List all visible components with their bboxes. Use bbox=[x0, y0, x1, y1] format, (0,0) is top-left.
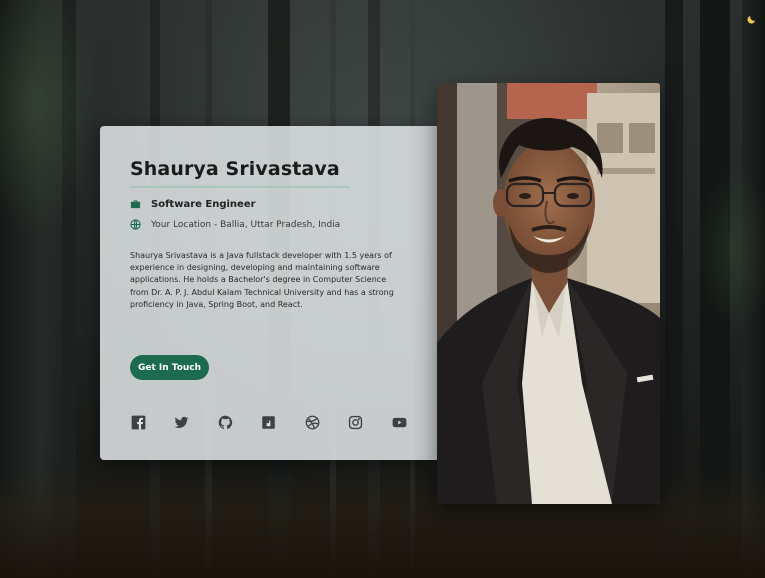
briefcase-icon bbox=[130, 199, 141, 210]
profile-card: Shaurya Srivastava Software Engineer You… bbox=[100, 126, 437, 460]
profile-name: Shaurya Srivastava bbox=[130, 158, 340, 180]
name-divider bbox=[130, 186, 350, 188]
dribbble-icon[interactable] bbox=[304, 414, 320, 430]
twitter-icon[interactable] bbox=[174, 414, 190, 430]
job-title-row: Software Engineer bbox=[130, 199, 256, 210]
moon-icon[interactable] bbox=[746, 14, 757, 27]
hashnode-icon[interactable] bbox=[261, 414, 277, 430]
job-title: Software Engineer bbox=[151, 199, 256, 210]
github-icon[interactable] bbox=[217, 414, 233, 430]
location-row: Your Location - Ballia, Uttar Pradesh, I… bbox=[130, 219, 340, 230]
globe-icon bbox=[130, 219, 141, 230]
get-in-touch-button[interactable]: Get In Touch bbox=[130, 355, 209, 380]
profile-photo bbox=[437, 83, 660, 504]
instagram-icon[interactable] bbox=[348, 414, 364, 430]
location-text: Your Location - Ballia, Uttar Pradesh, I… bbox=[151, 219, 341, 230]
social-links bbox=[130, 414, 435, 430]
bio-text: Shaurya Srivastava is a Java fullstack d… bbox=[130, 251, 394, 309]
facebook-icon[interactable] bbox=[130, 414, 146, 430]
youtube-icon[interactable] bbox=[391, 414, 407, 430]
